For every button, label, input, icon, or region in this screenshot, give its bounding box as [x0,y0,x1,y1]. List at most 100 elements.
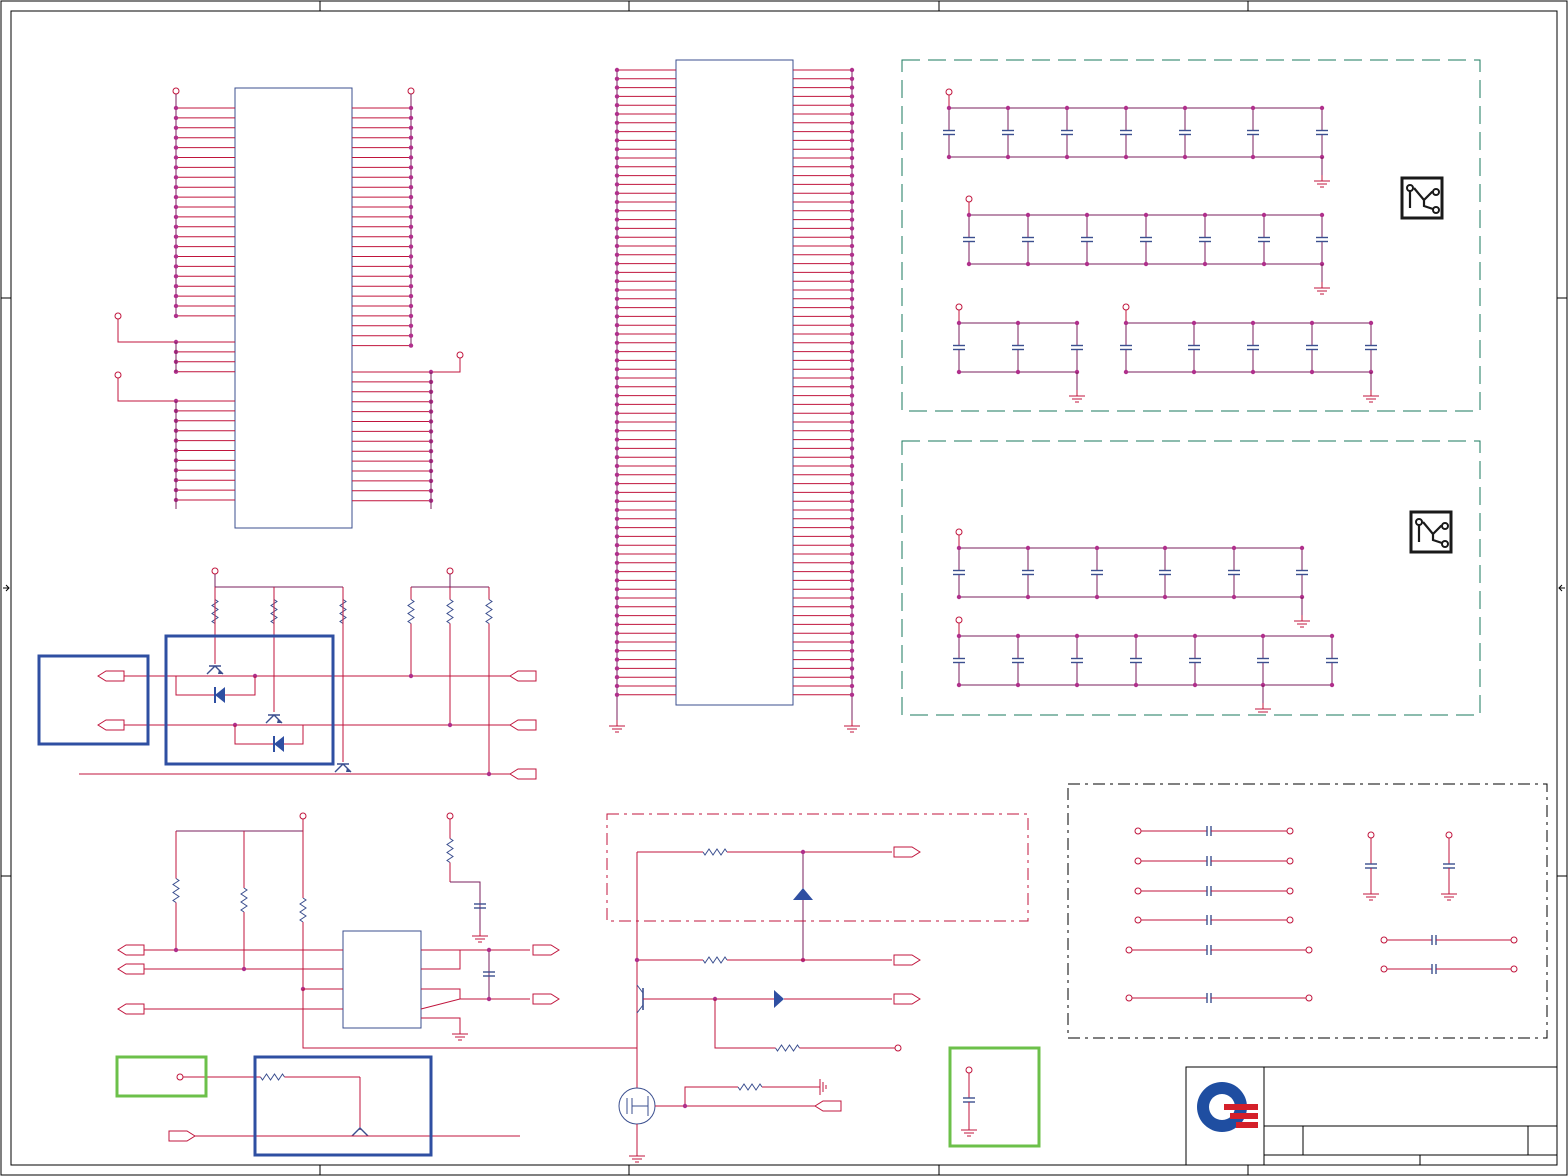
transistor-symbol [636,984,644,1014]
junction-dot [1074,682,1080,688]
power-terminal [955,528,963,536]
pcb-trace-icon [1409,510,1453,554]
power-terminal [172,87,180,95]
junction-dot [614,384,620,389]
ground-symbol-icon [1363,390,1379,403]
junction-dot [614,393,620,398]
ground-symbol-icon [609,720,625,733]
junction-dot [849,375,855,381]
junction-dot [849,217,855,222]
junction-dot [849,525,855,530]
junction-dot [1015,320,1021,326]
diode-symbol [273,736,284,752]
wire-segment [714,999,770,1049]
junction-dot [849,428,855,433]
junction-dot [1064,105,1070,111]
junction-dot [956,369,962,375]
junction-dot [1192,633,1198,639]
power-terminal [176,1073,184,1081]
junction-dot [849,402,855,407]
junction-dot [849,252,855,257]
junction-dot [614,155,620,161]
junction-dot [614,164,620,169]
junction-dot [614,631,620,636]
capacitor-symbol [1247,344,1259,351]
junction-dot [173,214,179,220]
junction-dot [614,305,620,310]
junction-dot [614,613,620,618]
junction-dot [614,428,620,433]
junction-dot [956,682,962,688]
junction-dot [1074,633,1080,639]
net-port [893,846,921,858]
junction-dot [1202,212,1208,218]
junction-dot [849,199,855,205]
junction-dot [849,631,855,636]
wire-segment [117,378,176,402]
power-terminal [407,87,415,95]
junction-dot [408,313,414,319]
junction-dot [408,135,414,140]
ground-symbol-icon [1069,390,1085,403]
junction-dot [614,173,620,178]
junction-dot [849,111,855,117]
junction-dot [1182,154,1188,160]
capacitor-symbol [1258,236,1270,243]
power-terminal [1134,827,1142,835]
junction-dot [849,499,855,504]
junction-dot [849,191,855,196]
junction-dot [173,313,179,319]
junction-dot [849,182,855,187]
junction-dot [173,293,179,299]
junction-dot [849,67,855,73]
decoupling-group-top [901,59,1481,412]
junction-dot [614,85,620,90]
junction-dot [614,191,620,196]
power-terminal [1305,994,1313,1002]
junction-dot [849,675,855,680]
junction-dot [849,490,855,495]
power-terminal [1122,303,1130,311]
capacitor-symbol [1365,344,1377,351]
junction-dot [1191,320,1197,326]
junction-dot [1094,545,1100,551]
junction-dot [614,349,620,354]
junction-dot [849,446,855,451]
junction-dot [173,194,179,200]
junction-dot [408,303,414,309]
junction-dot [173,175,179,180]
junction-dot [614,147,620,152]
net-port [168,1130,196,1142]
junction-dot [1260,633,1266,639]
power-terminal [1134,887,1142,895]
junction-dot [173,145,179,150]
junction-dot [1005,154,1011,160]
junction-dot [614,525,620,530]
junction-dot [1250,105,1256,111]
capacitor-symbol [1140,236,1152,243]
power-terminal [1125,946,1133,954]
power-terminal [446,567,454,575]
junction-dot [849,261,855,266]
junction-dot [1250,369,1256,375]
capacitor-symbol [1120,129,1132,136]
junction-dot [849,393,855,398]
power-terminal [955,616,963,624]
junction-dot [173,303,179,309]
junction-dot [408,323,414,328]
junction-dot [614,490,620,495]
junction-dot [956,320,962,326]
junction-dot [849,455,855,460]
net-port [814,1100,842,1112]
capacitor-symbol [1206,856,1212,866]
junction-dot [849,331,855,337]
junction-dot [614,270,620,275]
junction-dot [614,94,620,99]
junction-dot [1231,545,1237,551]
junction-dot [408,185,414,190]
junction-dot [408,145,414,150]
junction-dot [614,323,620,328]
junction-dot [614,657,620,662]
capacitor-symbol [1316,129,1328,136]
pcb-trace-icon [1400,176,1444,220]
